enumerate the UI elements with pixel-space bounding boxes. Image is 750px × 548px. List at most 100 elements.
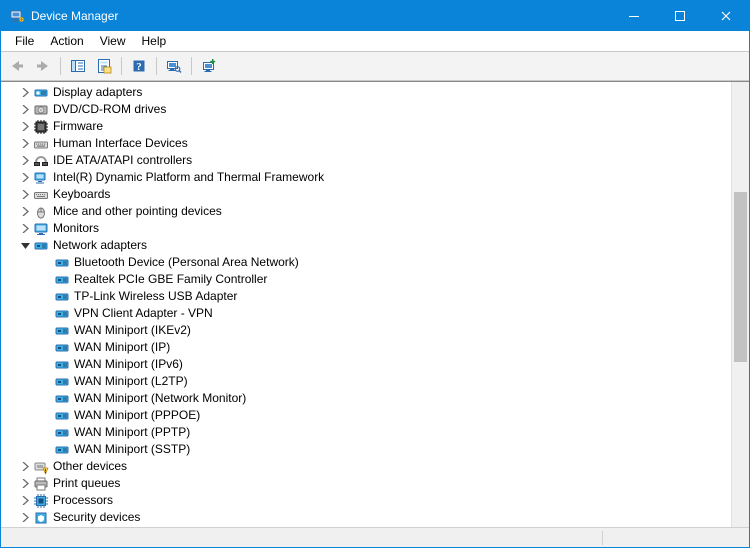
status-cell — [603, 531, 743, 545]
minimize-button[interactable] — [611, 1, 657, 31]
tree-item-wan-pptp[interactable]: WAN Miniport (PPTP) — [1, 424, 731, 441]
expand-icon[interactable] — [17, 493, 33, 509]
expand-icon[interactable] — [17, 153, 33, 169]
expand-icon[interactable] — [17, 136, 33, 152]
expand-icon[interactable] — [17, 476, 33, 492]
tree-item-processors[interactable]: Processors — [1, 492, 731, 509]
menu-view[interactable]: View — [92, 32, 134, 50]
tree-item-vpn-client[interactable]: VPN Client Adapter - VPN — [1, 305, 731, 322]
tree-item-wan-ipv6[interactable]: WAN Miniport (IPv6) — [1, 356, 731, 373]
tree-item-print-queues[interactable]: Print queues — [1, 475, 731, 492]
tree-item-tplink-usb[interactable]: TP-Link Wireless USB Adapter — [1, 288, 731, 305]
tree-item-wan-netmon[interactable]: WAN Miniport (Network Monitor) — [1, 390, 731, 407]
tree-label: Realtek PCIe GBE Family Controller — [74, 271, 267, 288]
monitor-icon — [33, 221, 49, 237]
titlebar: Device Manager — [1, 1, 749, 31]
network-adapter-icon — [54, 408, 70, 424]
disc-drive-icon — [33, 102, 49, 118]
close-button[interactable] — [703, 1, 749, 31]
expand-icon[interactable] — [17, 204, 33, 220]
scan-hardware-button[interactable] — [162, 54, 186, 78]
expand-icon[interactable] — [17, 187, 33, 203]
window-title: Device Manager — [31, 9, 118, 23]
scrollbar-thumb[interactable] — [734, 192, 747, 362]
tree-item-wan-pppoe[interactable]: WAN Miniport (PPPOE) — [1, 407, 731, 424]
network-adapter-icon — [54, 340, 70, 356]
add-legacy-hardware-button[interactable] — [197, 54, 221, 78]
expand-icon[interactable] — [17, 119, 33, 135]
tree-label: WAN Miniport (SSTP) — [74, 441, 190, 458]
content-area: Display adapters DVD/CD-ROM drives Firmw… — [1, 81, 749, 527]
expand-icon[interactable] — [17, 170, 33, 186]
tree-label: WAN Miniport (L2TP) — [74, 373, 188, 390]
tree-item-wan-ip[interactable]: WAN Miniport (IP) — [1, 339, 731, 356]
network-adapter-icon — [54, 391, 70, 407]
vertical-scrollbar[interactable] — [731, 82, 749, 527]
device-tree[interactable]: Display adapters DVD/CD-ROM drives Firmw… — [1, 82, 731, 527]
menu-file[interactable]: File — [7, 32, 42, 50]
tree-item-intel-dptf[interactable]: Intel(R) Dynamic Platform and Thermal Fr… — [1, 169, 731, 186]
firmware-icon — [33, 119, 49, 135]
system-device-icon — [33, 170, 49, 186]
tree-item-hid[interactable]: Human Interface Devices — [1, 135, 731, 152]
nav-forward-button[interactable] — [31, 54, 55, 78]
menu-help[interactable]: Help — [134, 32, 175, 50]
network-adapter-icon — [54, 357, 70, 373]
tree-label: Monitors — [53, 220, 99, 237]
status-cell — [7, 531, 603, 545]
tree-label: Processors — [53, 492, 113, 509]
tree-item-realtek-gbe[interactable]: Realtek PCIe GBE Family Controller — [1, 271, 731, 288]
expand-icon[interactable] — [17, 221, 33, 237]
tree-label: Network adapters — [53, 237, 147, 254]
expand-icon[interactable] — [17, 459, 33, 475]
app-icon — [9, 8, 25, 24]
statusbar — [1, 527, 749, 547]
tree-label: WAN Miniport (PPTP) — [74, 424, 190, 441]
keyboard-icon — [33, 187, 49, 203]
tree-item-wan-l2tp[interactable]: WAN Miniport (L2TP) — [1, 373, 731, 390]
ide-controller-icon — [33, 153, 49, 169]
network-adapter-icon — [54, 374, 70, 390]
tree-item-other-devices[interactable]: Other devices — [1, 458, 731, 475]
expand-icon[interactable] — [17, 510, 33, 526]
network-adapter-icon — [54, 306, 70, 322]
maximize-button[interactable] — [657, 1, 703, 31]
toolbar-separator — [191, 57, 192, 75]
tree-item-bluetooth-pan[interactable]: Bluetooth Device (Personal Area Network) — [1, 254, 731, 271]
help-button[interactable]: ? — [127, 54, 151, 78]
mouse-icon — [33, 204, 49, 220]
tree-label: IDE ATA/ATAPI controllers — [53, 152, 192, 169]
tree-item-display-adapters[interactable]: Display adapters — [1, 84, 731, 101]
svg-text:?: ? — [136, 61, 142, 73]
tree-item-monitors[interactable]: Monitors — [1, 220, 731, 237]
network-adapter-icon — [54, 323, 70, 339]
network-adapter-icon — [54, 255, 70, 271]
tree-item-ide[interactable]: IDE ATA/ATAPI controllers — [1, 152, 731, 169]
tree-label: Intel(R) Dynamic Platform and Thermal Fr… — [53, 169, 324, 186]
network-adapter-icon — [54, 442, 70, 458]
tree-item-mice[interactable]: Mice and other pointing devices — [1, 203, 731, 220]
tree-item-wan-sstp[interactable]: WAN Miniport (SSTP) — [1, 441, 731, 458]
display-adapter-icon — [33, 85, 49, 101]
tree-label: Keyboards — [53, 186, 110, 203]
tree-item-security-devices[interactable]: Security devices — [1, 509, 731, 526]
properties-button[interactable] — [92, 54, 116, 78]
tree-item-network-adapters[interactable]: Network adapters — [1, 237, 731, 254]
tree-item-wan-ikev2[interactable]: WAN Miniport (IKEv2) — [1, 322, 731, 339]
network-adapter-icon — [54, 272, 70, 288]
network-adapter-icon — [54, 289, 70, 305]
tree-item-firmware[interactable]: Firmware — [1, 118, 731, 135]
tree-label: Security devices — [53, 509, 140, 526]
menu-action[interactable]: Action — [42, 32, 91, 50]
show-hide-console-tree-button[interactable] — [66, 54, 90, 78]
printer-icon — [33, 476, 49, 492]
nav-back-button[interactable] — [5, 54, 29, 78]
tree-label: Other devices — [53, 458, 127, 475]
collapse-icon[interactable] — [17, 238, 33, 254]
expand-icon[interactable] — [17, 102, 33, 118]
tree-item-keyboards[interactable]: Keyboards — [1, 186, 731, 203]
expand-icon[interactable] — [17, 85, 33, 101]
tree-item-dvd-cdrom[interactable]: DVD/CD-ROM drives — [1, 101, 731, 118]
tree-label: WAN Miniport (Network Monitor) — [74, 390, 246, 407]
tree-label: Display adapters — [53, 84, 142, 101]
